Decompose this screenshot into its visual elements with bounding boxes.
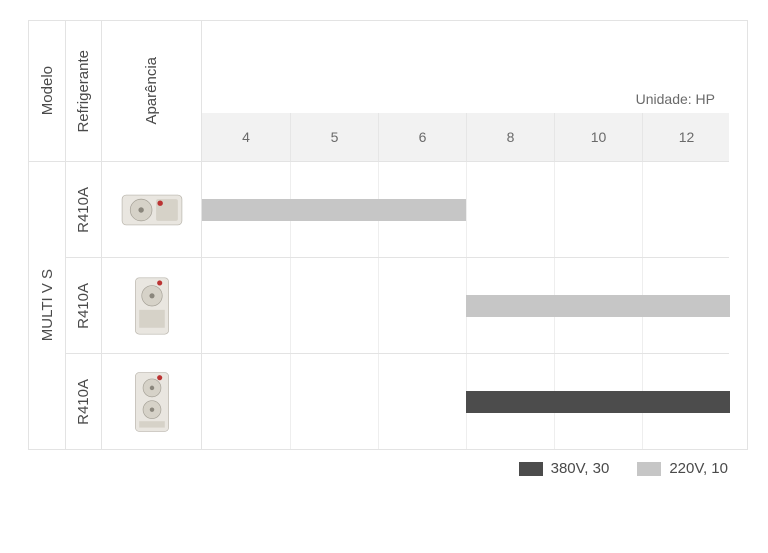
model-label: MULTI V S [39, 269, 56, 341]
refrigerant-label: R410A [75, 187, 92, 233]
header-refrigerante-label: Refrigerante [75, 50, 92, 133]
legend-light-label: 220V, 10 [669, 460, 728, 477]
capacity-bar [466, 391, 730, 413]
header-modelo-label: Modelo [39, 66, 56, 115]
scale-tick: 10 [554, 113, 642, 161]
capacity-table: Modelo Refrigerante Aparência Unidade: H… [28, 20, 748, 450]
model-cell: MULTI V S [29, 161, 65, 449]
ac-unit-vertical-single-icon [118, 274, 186, 338]
legend-item-light: 220V, 10 [637, 460, 728, 477]
legend-item-dark: 380V, 30 [519, 460, 610, 477]
refrigerant-cell: R410A [65, 353, 101, 449]
scale-tick: 5 [290, 113, 378, 161]
data-row [201, 161, 729, 257]
ac-unit-horizontal-icon [118, 178, 186, 242]
scale-tick: 6 [378, 113, 466, 161]
unit-label: Unidade: HP [202, 91, 729, 113]
scale-row: 4 5 6 8 10 12 [202, 113, 729, 161]
legend-dark-label: 380V, 30 [551, 460, 610, 477]
ac-unit-vertical-double-icon [118, 370, 186, 434]
appearance-cell [101, 161, 201, 257]
capacity-bar [466, 295, 730, 317]
scale-tick: 12 [642, 113, 730, 161]
capacity-bar [202, 199, 466, 221]
data-row [201, 353, 729, 449]
header-aparencia-label: Aparência [143, 57, 160, 125]
header-aparencia: Aparência [101, 21, 201, 161]
legend: 380V, 30 220V, 10 [28, 460, 728, 477]
header-modelo: Modelo [29, 21, 65, 161]
scale-tick: 4 [202, 113, 290, 161]
data-row [201, 257, 729, 353]
appearance-cell [101, 353, 201, 449]
refrigerant-label: R410A [75, 283, 92, 329]
scale-tick: 8 [466, 113, 554, 161]
refrigerant-cell: R410A [65, 257, 101, 353]
header-scale: Unidade: HP 4 5 6 8 10 12 [201, 21, 729, 161]
appearance-cell [101, 257, 201, 353]
swatch-dark [519, 462, 543, 476]
swatch-light [637, 462, 661, 476]
refrigerant-label: R410A [75, 379, 92, 425]
header-refrigerante: Refrigerante [65, 21, 101, 161]
refrigerant-cell: R410A [65, 161, 101, 257]
